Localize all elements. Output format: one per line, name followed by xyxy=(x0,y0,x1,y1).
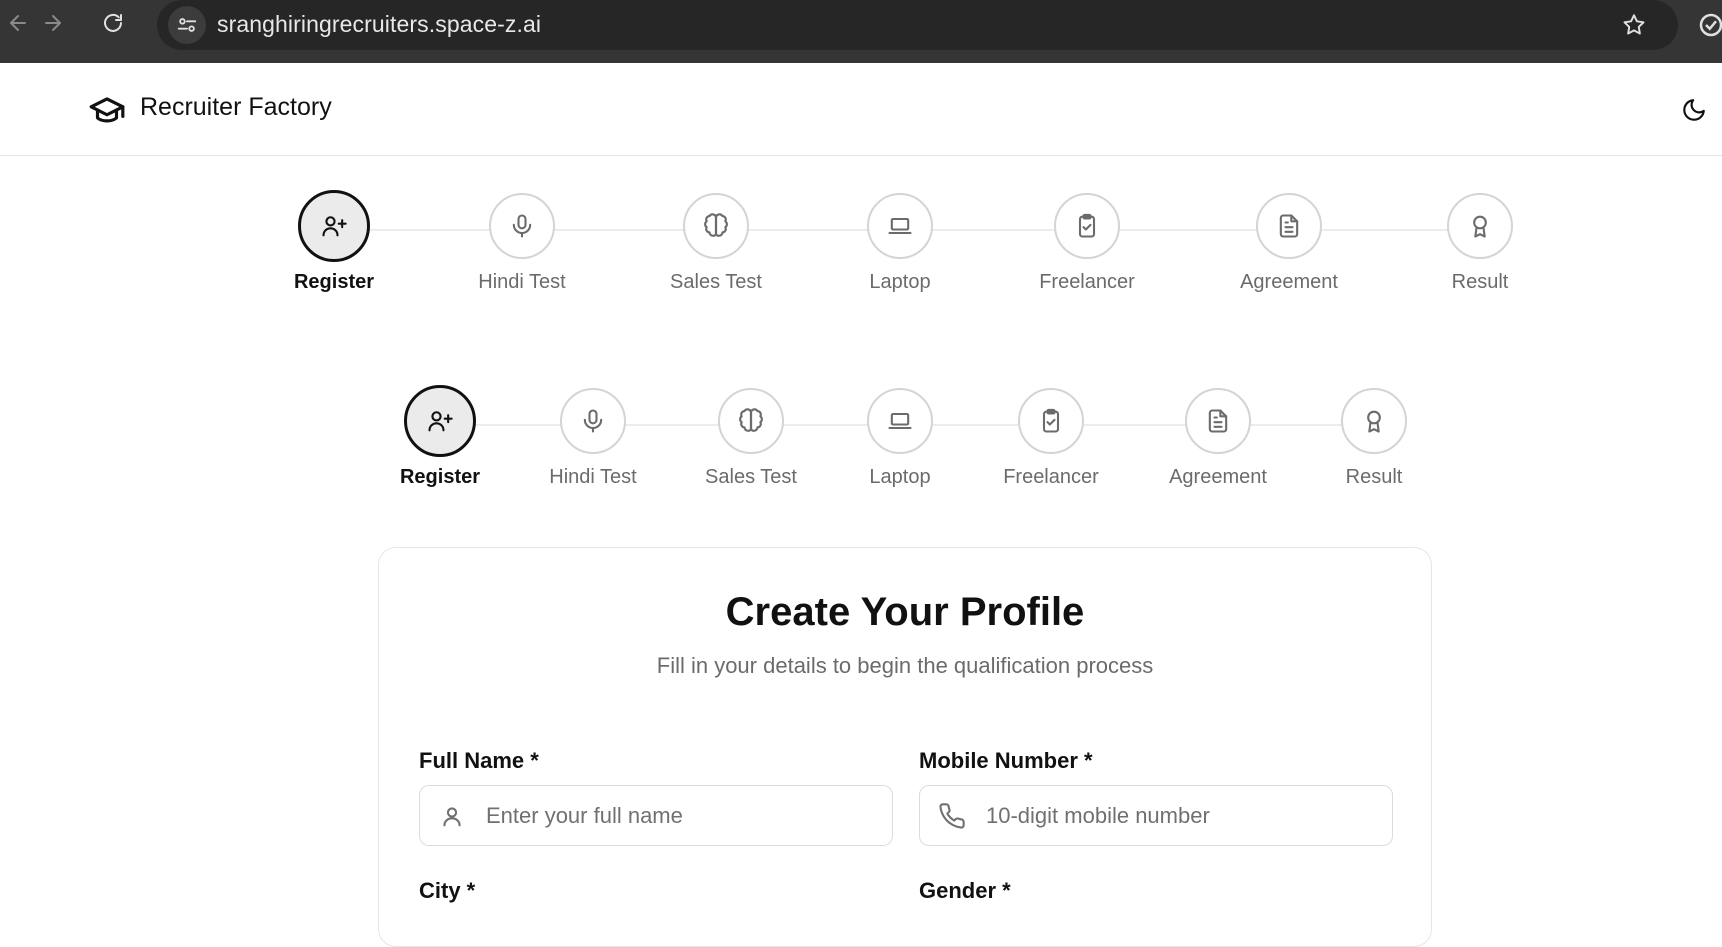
step-hindi-test[interactable]: Hindi Test xyxy=(452,193,592,294)
step-label: Laptop xyxy=(869,271,931,293)
laptop-icon xyxy=(888,412,912,430)
clipboard-check-icon xyxy=(1078,213,1096,238)
app-header: Recruiter Factory xyxy=(0,63,1722,156)
theme-toggle-button[interactable] xyxy=(1676,92,1712,128)
arrow-right-icon xyxy=(45,15,61,31)
reload-button[interactable] xyxy=(95,5,131,41)
phone-icon xyxy=(939,803,965,829)
mobile-number-field[interactable] xyxy=(919,785,1393,846)
step-label: Hindi Test xyxy=(549,466,637,488)
step-sales-test[interactable]: Sales Test xyxy=(681,388,821,489)
back-button[interactable] xyxy=(0,5,36,41)
award-icon xyxy=(1473,215,1487,238)
full-name-label: Full Name * xyxy=(419,748,539,773)
progress-stepper-top: Register Hindi Test Sales Test Laptop Fr… xyxy=(0,190,1722,313)
step-freelancer[interactable]: Freelancer xyxy=(981,388,1121,489)
step-laptop[interactable]: Laptop xyxy=(830,388,970,489)
moon-icon xyxy=(1683,99,1705,121)
step-label: Freelancer xyxy=(1003,466,1099,488)
step-label: Agreement xyxy=(1169,466,1267,488)
step-register[interactable]: Register xyxy=(370,385,510,489)
mobile-number-label: Mobile Number * xyxy=(919,748,1093,773)
step-freelancer[interactable]: Freelancer xyxy=(1017,193,1157,294)
bookmark-star-icon[interactable] xyxy=(1617,8,1651,42)
document-icon xyxy=(1208,409,1228,433)
brand-name[interactable]: Recruiter Factory xyxy=(140,93,332,122)
browser-toolbar: sranghiringrecruiters.space-z.ai xyxy=(0,0,1722,63)
user-plus-icon xyxy=(428,411,453,432)
clipboard-check-icon xyxy=(1042,408,1060,433)
microphone-icon xyxy=(583,409,603,433)
step-label: Sales Test xyxy=(705,466,797,488)
microphone-icon xyxy=(512,214,532,238)
step-result[interactable]: Result xyxy=(1304,388,1444,489)
step-register[interactable]: Register xyxy=(264,190,404,294)
step-label: Result xyxy=(1345,466,1403,488)
step-hindi-test[interactable]: Hindi Test xyxy=(523,388,663,489)
step-label: Agreement xyxy=(1240,271,1338,293)
step-label: Result xyxy=(1451,271,1509,293)
step-label: Register xyxy=(399,466,481,488)
step-label: Laptop xyxy=(869,466,931,488)
brain-icon xyxy=(704,213,728,237)
mobile-number-input[interactable] xyxy=(986,786,1376,845)
step-agreement[interactable]: Agreement xyxy=(1219,193,1359,294)
progress-stepper-main: Register Hindi Test Sales Test Laptop Fr… xyxy=(0,385,1722,508)
address-bar[interactable]: sranghiringrecruiters.space-z.ai xyxy=(157,0,1678,50)
step-label: Sales Test xyxy=(670,271,762,293)
form-subtitle: Fill in your details to begin the qualif… xyxy=(656,653,1154,678)
step-label: Hindi Test xyxy=(478,271,566,293)
form-title: Create Your Profile xyxy=(725,590,1085,634)
gender-label: Gender * xyxy=(919,878,1011,903)
user-plus-icon xyxy=(322,216,347,237)
url-text: sranghiringrecruiters.space-z.ai xyxy=(217,11,542,37)
extension-icon[interactable] xyxy=(1696,10,1722,40)
profile-form-card: Create Your Profile Fill in your details… xyxy=(378,547,1432,947)
site-info-icon[interactable] xyxy=(168,6,206,44)
graduation-cap-icon xyxy=(89,97,125,123)
brain-icon xyxy=(739,408,763,432)
step-label: Register xyxy=(293,271,375,293)
step-laptop[interactable]: Laptop xyxy=(830,193,970,294)
step-result[interactable]: Result xyxy=(1410,193,1550,294)
arrow-left-icon xyxy=(10,15,26,31)
full-name-field[interactable] xyxy=(419,785,893,846)
document-icon xyxy=(1279,214,1299,238)
laptop-icon xyxy=(888,217,912,235)
full-name-input[interactable] xyxy=(486,786,876,845)
reload-icon xyxy=(104,13,122,32)
step-label: Freelancer xyxy=(1039,271,1135,293)
user-icon xyxy=(443,807,461,827)
forward-button[interactable] xyxy=(35,5,71,41)
city-label: City * xyxy=(419,878,476,903)
step-agreement[interactable]: Agreement xyxy=(1148,388,1288,489)
step-sales-test[interactable]: Sales Test xyxy=(646,193,786,294)
award-icon xyxy=(1367,410,1381,433)
